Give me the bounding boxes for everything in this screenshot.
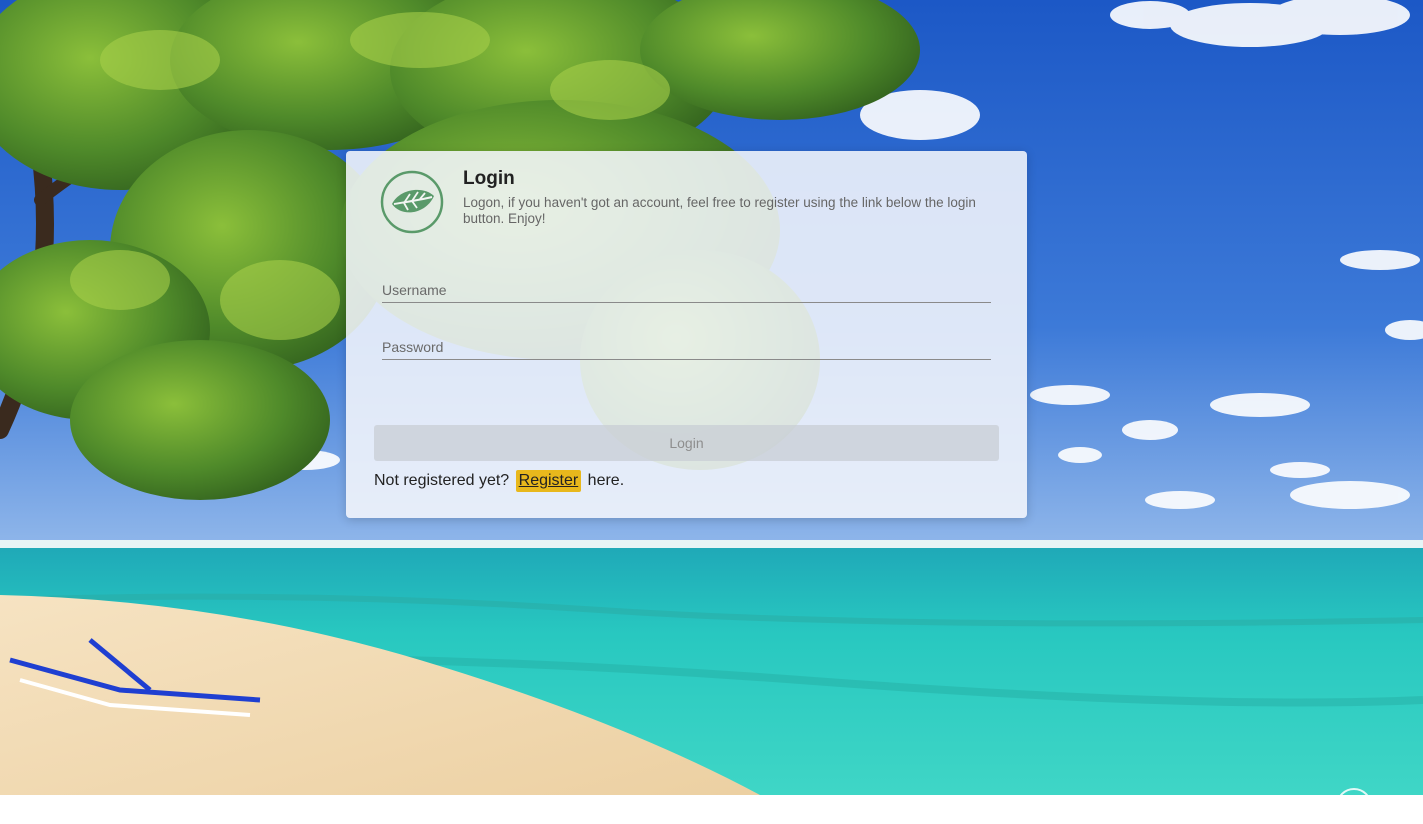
corner-circle-button[interactable] (1336, 788, 1372, 824)
register-prefix-text: Not registered yet? (374, 472, 510, 489)
login-button[interactable]: Login (374, 425, 999, 461)
username-input[interactable] (382, 278, 991, 302)
leaf-icon (380, 170, 444, 234)
password-input[interactable] (382, 335, 991, 359)
register-prompt: Not registered yet? Register here. (374, 470, 624, 492)
register-link[interactable]: Register (515, 470, 582, 492)
username-field-wrapper (382, 278, 991, 303)
page-title: Login (463, 168, 515, 189)
password-field-wrapper (382, 335, 991, 360)
login-card: Login Logon, if you haven't got an accou… (346, 151, 1027, 518)
login-description: Logon, if you haven't got an account, fe… (463, 195, 976, 226)
register-suffix-text: here. (587, 472, 625, 489)
